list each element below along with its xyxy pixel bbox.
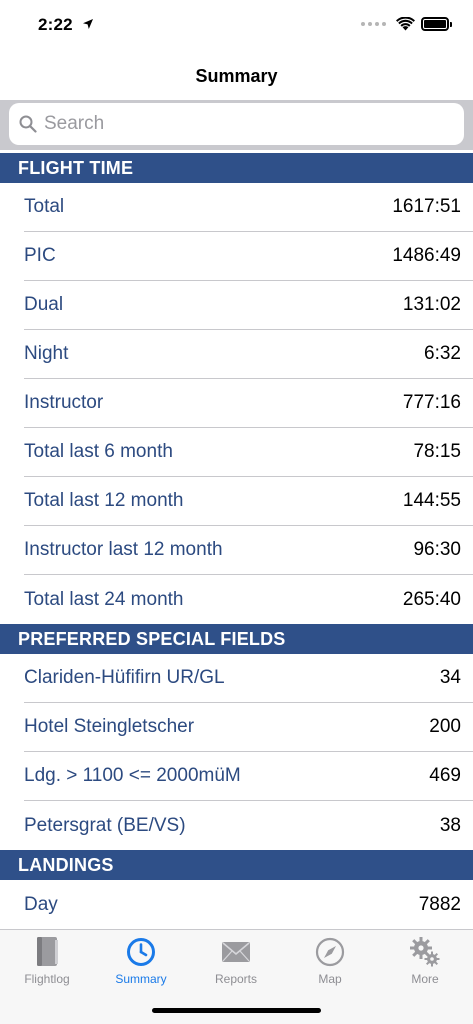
search-icon (19, 115, 37, 133)
list-item[interactable]: Instructor last 12 month 96:30 (24, 526, 473, 575)
section-header: FLIGHT TIME (0, 153, 473, 183)
list-item[interactable]: Instructor 777:16 (24, 379, 473, 428)
list-item[interactable]: Total last 24 month 265:40 (24, 575, 473, 624)
tab-map[interactable]: Map (283, 934, 377, 990)
list-item[interactable]: Day 7882 (24, 880, 473, 929)
row-value: 78:15 (413, 441, 461, 462)
section-flight-time: FLIGHT TIME Total 1617:51 PIC 1486:49 Dual… (0, 153, 473, 624)
gears-icon (410, 937, 440, 967)
status-time: 2:22 (38, 15, 73, 34)
row-label: Petersgrat (BE/VS) (24, 814, 186, 836)
search-field[interactable] (9, 103, 464, 145)
row-value: 144:55 (402, 490, 461, 511)
tab-label: Flightlog (24, 972, 70, 986)
row-label: Hotel Steingletscher (24, 716, 195, 737)
tab-label: Summary (115, 972, 167, 986)
summary-list[interactable]: FLIGHT TIME Total 1617:51 PIC 1486:49 Dual… (0, 153, 473, 929)
status-icons (361, 16, 452, 32)
row-label: Night (24, 343, 69, 364)
list-item[interactable]: Total last 12 month 144:55 (24, 477, 473, 526)
wifi-icon (396, 17, 415, 31)
status-bar: 2:22 (0, 0, 473, 52)
compass-icon (315, 937, 345, 967)
tab-reports[interactable]: Reports (189, 934, 283, 990)
list-item[interactable]: Hotel Steingletscher 200 (24, 703, 473, 752)
section-header: LANDINGS (0, 850, 473, 880)
list-item[interactable]: Total 1617:51 (24, 183, 473, 232)
tab-summary[interactable]: Summary (94, 934, 188, 990)
row-value: 200 (429, 716, 461, 737)
tab-more[interactable]: More (378, 934, 472, 990)
row-label: PIC (24, 245, 56, 266)
page-title: Summary (195, 65, 278, 86)
list-item[interactable]: Clariden-Hüfifirn UR/GL 34 (24, 654, 473, 703)
row-label: Ldg. > 1100 <= 2000müM (24, 765, 241, 786)
row-value: 6:32 (424, 343, 461, 364)
row-label: Total last 6 month (24, 441, 173, 462)
row-label: Total (24, 196, 65, 217)
home-indicator (152, 1008, 321, 1013)
tab-label: Map (318, 972, 342, 986)
row-label: Instructor last 12 month (24, 539, 223, 560)
row-value: 34 (439, 667, 461, 688)
row-value: 131:02 (402, 294, 461, 315)
row-value: 1617:51 (392, 196, 461, 217)
list-item[interactable]: Total last 6 month 78:15 (24, 428, 473, 477)
row-label: Instructor (24, 392, 104, 413)
tab-flightlog[interactable]: Flightlog (0, 934, 94, 990)
battery-icon (421, 17, 452, 31)
row-value: 469 (429, 765, 461, 786)
section-landings: LANDINGS Day 7882 (0, 850, 473, 929)
search-bar (0, 100, 473, 150)
section-preferred-special-fields: PREFERRED SPECIAL FIELDS Clariden-Hüfifi… (0, 624, 473, 850)
list-item[interactable]: Ldg. > 1100 <= 2000müM 469 (24, 752, 473, 801)
location-arrow-icon (83, 19, 93, 29)
row-label: Day (24, 893, 58, 915)
clock-icon (127, 938, 155, 966)
row-label: Dual (24, 294, 64, 315)
tab-label: More (411, 972, 439, 986)
tab-label: Reports (214, 972, 258, 986)
book-icon (37, 937, 58, 966)
row-label: Total last 12 month (24, 490, 184, 511)
row-label: Clariden-Hüfifirn UR/GL (24, 667, 225, 688)
row-value: 1486:49 (392, 245, 461, 266)
row-value: 7882 (418, 893, 461, 915)
list-item[interactable]: Petersgrat (BE/VS) 38 (24, 801, 473, 850)
row-value: 96:30 (413, 539, 461, 560)
section-header: PREFERRED SPECIAL FIELDS (0, 624, 473, 654)
row-label: Total last 24 month (24, 588, 184, 610)
row-value: 265:40 (402, 588, 461, 610)
list-item[interactable]: PIC 1486:49 (24, 232, 473, 281)
row-value: 38 (439, 814, 461, 836)
row-value: 777:16 (402, 392, 461, 413)
list-item[interactable]: Night 6:32 (24, 330, 473, 379)
navigation-bar: Summary (0, 52, 473, 100)
search-input[interactable] (44, 113, 424, 135)
envelope-icon (222, 942, 250, 962)
list-item[interactable]: Dual 131:02 (24, 281, 473, 330)
cellular-signal-icon (361, 22, 386, 26)
